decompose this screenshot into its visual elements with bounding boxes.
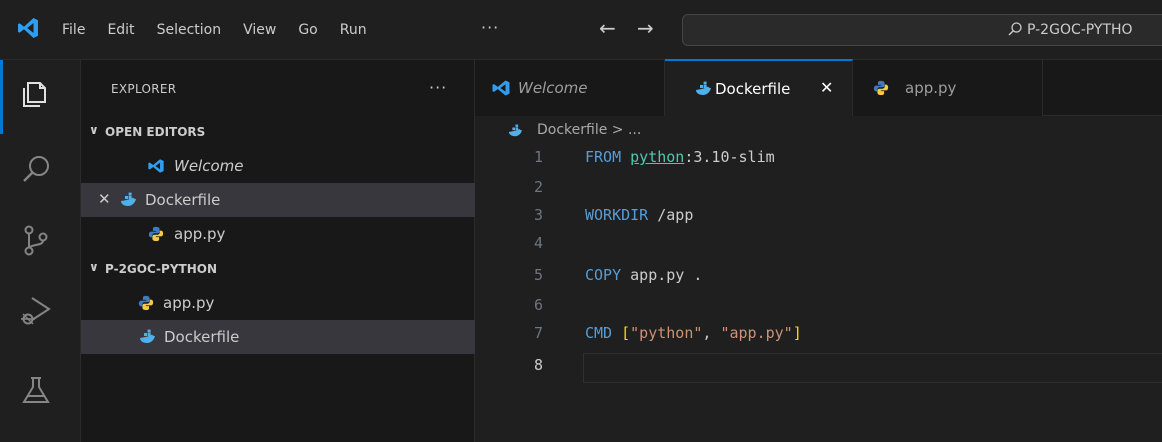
nav-forward-icon[interactable]: → <box>637 16 654 40</box>
chevron-down-icon: ∨ <box>89 123 99 137</box>
activity-explorer[interactable] <box>16 74 64 122</box>
menu-run[interactable]: Run <box>340 0 367 60</box>
explorer-sidebar: EXPLORER ··· ∨ OPEN EDITORS Welcome ✕ Do… <box>81 60 475 442</box>
explorer-more-icon[interactable]: ··· <box>429 78 447 97</box>
command-center-text: P-2GOC-PYTHO <box>1027 22 1133 38</box>
activity-search[interactable] <box>16 150 64 198</box>
activity-testing[interactable] <box>16 370 64 418</box>
active-indicator <box>0 60 3 134</box>
python-icon <box>148 226 164 242</box>
image-name: python <box>630 148 685 166</box>
menu-bar: File Edit Selection View Go Run <box>62 0 389 60</box>
code-line: 8 <box>475 356 1162 386</box>
nav-back-icon[interactable]: ← <box>599 16 616 40</box>
bracket: [ <box>612 324 631 342</box>
breadcrumb-text: Dockerfile > ... <box>537 122 642 138</box>
line-number: 1 <box>533 148 543 166</box>
activity-run-debug[interactable] <box>16 290 64 338</box>
keyword: CMD <box>585 324 613 342</box>
testing-icon <box>22 377 50 403</box>
vscode-icon <box>148 159 164 173</box>
folder-file-app-py[interactable]: app.py <box>81 286 475 320</box>
command-center-search[interactable]: P-2GOC-PYTHO <box>682 14 1162 46</box>
python-icon <box>873 80 889 96</box>
tab-label: Welcome <box>518 79 588 97</box>
editor-tabs: Welcome Dockerfile ✕ app.py <box>475 59 1162 116</box>
title-bar: File Edit Selection View Go Run ··· ← → … <box>0 0 1162 60</box>
vscode-logo-icon[interactable] <box>16 16 40 40</box>
chevron-down-icon: ∨ <box>89 260 99 274</box>
code-line: 5 COPY app.py . <box>475 266 1162 296</box>
code-line: 7 CMD ["python", "app.py"] <box>475 324 1162 354</box>
line-number: 5 <box>533 266 543 284</box>
code-line: 6 <box>475 296 1162 326</box>
file-label: Dockerfile <box>164 328 240 346</box>
string: "app.py" <box>720 324 793 342</box>
line-number: 4 <box>533 234 543 252</box>
separator: , <box>702 324 721 342</box>
open-editor-welcome[interactable]: Welcome <box>81 149 475 183</box>
image-tag: :3.10-slim <box>684 148 775 166</box>
menu-go[interactable]: Go <box>298 0 317 60</box>
keyword: FROM <box>585 148 622 166</box>
section-label: P-2GOC-PYTHON <box>105 262 217 276</box>
tab-label: Dockerfile <box>715 80 791 98</box>
menu-edit[interactable]: Edit <box>107 0 134 60</box>
tab-dockerfile[interactable]: Dockerfile ✕ <box>665 59 853 116</box>
folder-file-dockerfile[interactable]: Dockerfile <box>81 320 475 354</box>
activity-source-control[interactable] <box>16 220 64 268</box>
close-icon[interactable]: ✕ <box>98 190 111 208</box>
string: "python" <box>630 324 703 342</box>
file-label: Welcome <box>174 157 244 175</box>
docker-icon <box>140 329 155 343</box>
activity-bar <box>0 60 81 442</box>
open-editor-app-py[interactable]: app.py <box>81 217 475 251</box>
code-line: 2 <box>475 178 1162 208</box>
folder-header[interactable]: ∨ P-2GOC-PYTHON <box>81 254 475 284</box>
python-icon <box>138 295 154 311</box>
line-number: 2 <box>533 178 543 196</box>
tab-app-py[interactable]: app.py <box>853 60 1043 116</box>
menu-more-icon[interactable]: ··· <box>481 18 499 37</box>
line-number: 3 <box>533 206 543 224</box>
section-label: OPEN EDITORS <box>105 125 206 139</box>
menu-file[interactable]: File <box>62 0 85 60</box>
run-debug-icon <box>21 297 51 325</box>
open-editor-dockerfile[interactable]: ✕ Dockerfile <box>81 183 475 217</box>
close-icon[interactable]: ✕ <box>820 78 833 97</box>
explorer-title: EXPLORER <box>111 82 177 96</box>
code-line: 4 <box>475 234 1162 264</box>
menu-view[interactable]: View <box>243 0 276 60</box>
file-label: app.py <box>163 294 215 312</box>
file-label: Dockerfile <box>145 191 221 209</box>
tab-label: app.py <box>905 79 957 97</box>
argument: /app <box>648 206 694 224</box>
code-line: 1 FROM python:3.10-slim <box>475 148 1162 178</box>
bracket: ] <box>792 324 802 342</box>
argument: app.py . <box>621 266 703 284</box>
code-line: 3 WORKDIR /app <box>475 206 1162 236</box>
breadcrumb[interactable]: Dockerfile > ... <box>475 118 1162 144</box>
keyword: WORKDIR <box>585 206 649 224</box>
menu-selection[interactable]: Selection <box>157 0 222 60</box>
docker-icon <box>508 124 522 137</box>
docker-icon <box>121 192 136 206</box>
search-icon <box>23 156 49 182</box>
keyword: COPY <box>585 266 622 284</box>
tab-welcome[interactable]: Welcome <box>475 60 665 116</box>
docker-icon <box>696 81 711 95</box>
editor-area: Welcome Dockerfile ✕ app.py Dockerfile >… <box>475 59 1162 442</box>
explorer-icon <box>23 82 46 107</box>
vscode-icon <box>492 80 510 96</box>
file-label: app.py <box>174 225 226 243</box>
open-editors-header[interactable]: ∨ OPEN EDITORS <box>81 117 475 147</box>
line-number: 7 <box>533 324 543 342</box>
search-icon <box>1008 22 1022 36</box>
line-number: 6 <box>533 296 543 314</box>
line-number: 8 <box>533 356 543 374</box>
source-control-icon <box>24 225 48 256</box>
